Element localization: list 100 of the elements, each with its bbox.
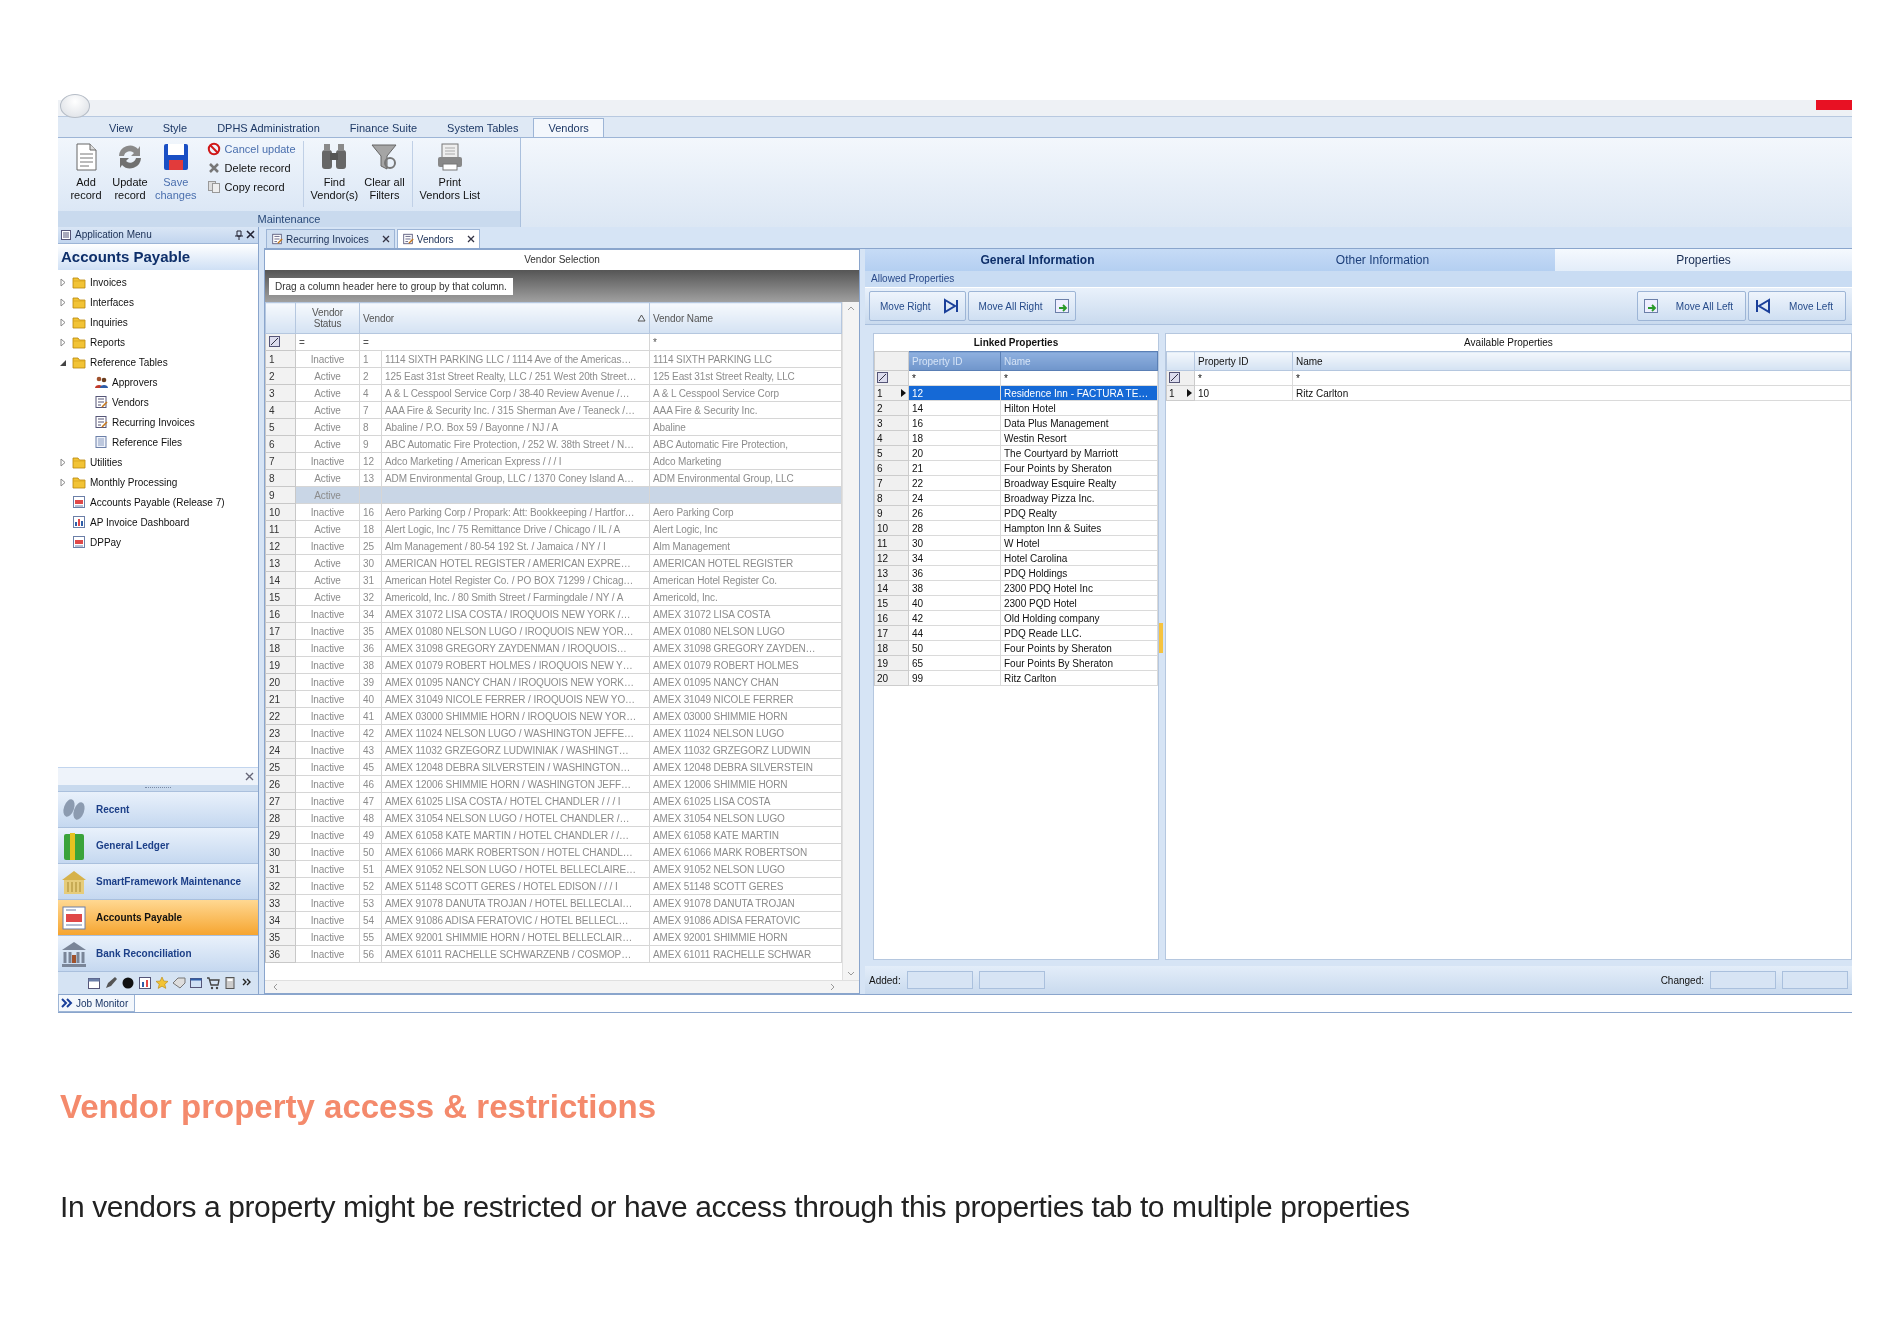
nav-item[interactable]: Bank Reconciliation: [58, 935, 258, 971]
scroll-up-icon[interactable]: [847, 306, 855, 311]
window-icon[interactable]: [189, 976, 203, 990]
move-button[interactable]: Move All Left: [1636, 291, 1747, 321]
close-icon[interactable]: [466, 235, 475, 243]
table-row[interactable]: 7 22 Broadway Esquire Realty: [874, 475, 1158, 491]
filter-cell[interactable]: =: [359, 333, 650, 351]
collapsed-arrow-icon[interactable]: [59, 317, 67, 327]
nav-item[interactable]: Accounts Payable: [58, 899, 258, 935]
scroll-right-icon[interactable]: [830, 983, 835, 991]
table-row[interactable]: 6 21 Four Points by Sheraton: [874, 460, 1158, 476]
table-row[interactable]: 32 Inactive 52 AMEX 51148 SCOTT GERES / HOTEL EDISON / / / I AMEX 51148 SCOTT GERES: [265, 877, 842, 895]
table-row[interactable]: 23 Inactive 42 AMEX 11024 NELSON LUGO / WASHINGTON JEFFE… AMEX 11024 NELSON LUGO: [265, 724, 842, 742]
ribbon-tab[interactable]: View: [94, 118, 148, 137]
table-row[interactable]: 9 26 PDQ Realty: [874, 505, 1158, 521]
tree-item[interactable]: Accounts Payable (Release 7): [58, 492, 258, 512]
table-row[interactable]: 8 24 Broadway Pizza Inc.: [874, 490, 1158, 506]
scroll-left-icon[interactable]: [273, 983, 278, 991]
ribbon-button[interactable]: Delete record: [204, 160, 298, 176]
table-row[interactable]: 5 20 The Courtyard by Marriott: [874, 445, 1158, 461]
table-row[interactable]: 18 50 Four Points by Sheraton: [874, 640, 1158, 656]
table-row[interactable]: 35 Inactive 55 AMEX 92001 SHIMMIE HORN / HOTEL BELLECLAIR… AMEX 92001 SHIMMIE HORN: [265, 928, 842, 946]
table-row[interactable]: 11 30 W Hotel: [874, 535, 1158, 551]
table-row[interactable]: 10 28 Hampton Inn & Suites: [874, 520, 1158, 536]
filter-cell[interactable]: *: [1292, 370, 1851, 386]
column-header[interactable]: Vendor Name: [649, 302, 842, 334]
tree-item[interactable]: DPPay: [58, 532, 258, 552]
table-row[interactable]: 4 18 Westin Resort: [874, 430, 1158, 446]
collapsed-arrow-icon[interactable]: [59, 337, 67, 347]
splitter-handle[interactable]: [1159, 623, 1163, 653]
ribbon-tab[interactable]: System Tables: [432, 118, 534, 137]
table-row[interactable]: 16 42 Old Holding company: [874, 610, 1158, 626]
splitter-handle[interactable]: [145, 786, 171, 790]
table-row[interactable]: 25 Inactive 45 AMEX 12048 DEBRA SILVERSTEIN / WASHINGTON… AMEX 12048 DEBRA SILVERSTEIN: [265, 758, 842, 776]
table-row[interactable]: 19 Inactive 38 AMEX 01079 ROBERT HOLMES / IROQUOIS NEW Y… AMEX 01079 ROBERT HOLMES: [265, 656, 842, 674]
table-row[interactable]: 26 Inactive 46 AMEX 12006 SHIMMIE HORN / WASHINGTON JEFF… AMEX 12006 SHIMMIE HORN: [265, 775, 842, 793]
job-monitor-tab[interactable]: Job Monitor: [58, 995, 136, 1012]
ribbon-tab[interactable]: Style: [147, 118, 203, 137]
table-row[interactable]: 2 Active 2 125 East 31st Street Realty, LLC / 251 West 20th Street… 125 East 31st Street Realty, LLC: [265, 367, 842, 385]
table-row[interactable]: 36 Inactive 56 AMEX 61011 RACHELLE SCHWARZENB / COSMOP… AMEX 61011 RACHELLE SCHWAR: [265, 945, 842, 963]
filter-cell[interactable]: *: [649, 333, 842, 351]
table-row[interactable]: 24 Inactive 43 AMEX 11032 GRZEGORZ LUDWINIAK / WASHINGT… AMEX 11032 GRZEGORZ LUDWIN: [265, 741, 842, 759]
tab[interactable]: Properties: [1555, 249, 1852, 271]
table-row[interactable]: 20 99 Ritz Carlton: [874, 670, 1158, 686]
close-icon[interactable]: [381, 235, 390, 243]
crossed-box-icon[interactable]: [269, 335, 280, 347]
table-row[interactable]: 4 Active 7 AAA Fire & Security Inc. / 315 Sherman Ave / Teaneck /… AAA Fire & Security Inc.: [265, 401, 842, 419]
table-row[interactable]: 10 Inactive 16 Aero Parking Corp / Propark: Att: Bookkeeping / Hartfor… Aero Parking Corp: [265, 503, 842, 521]
ribbon-tab[interactable]: Vendors: [533, 118, 604, 137]
table-row[interactable]: 15 40 2300 PQD Hotel: [874, 595, 1158, 611]
document-tab[interactable]: Vendors: [396, 229, 480, 248]
calendar-icon[interactable]: [87, 976, 101, 990]
table-row[interactable]: 13 36 PDQ Holdings: [874, 565, 1158, 581]
table-row[interactable]: 1 10 Ritz Carlton: [1166, 385, 1851, 401]
table-row[interactable]: 3 16 Data Plus Management: [874, 415, 1158, 431]
move-button[interactable]: Move Right: [869, 291, 966, 321]
column-header[interactable]: Name: [1292, 351, 1851, 371]
table-row[interactable]: 15 Active 32 Americold, Inc. / 80 Smith Street / Farmingdale / NY / A Americold, Inc.: [265, 588, 842, 606]
tree-item[interactable]: Interfaces: [58, 292, 258, 312]
vertical-scrollbar[interactable]: [842, 302, 859, 980]
table-row[interactable]: 14 Active 31 American Hotel Register Co. / PO BOX 71299 / Chicag… American Hotel Register Co.: [265, 571, 842, 589]
tree-item[interactable]: AP Invoice Dashboard: [58, 512, 258, 532]
filter-cell[interactable]: *: [1000, 370, 1158, 386]
table-row[interactable]: 5 Active 8 Abaline / P.O. Box 59 / Bayonne / NJ / A Abaline: [265, 418, 842, 436]
scroll-down-icon[interactable]: [847, 971, 855, 976]
tree-item[interactable]: Reference Files: [80, 432, 258, 452]
table-row[interactable]: 16 Inactive 34 AMEX 31072 LISA COSTA / IROQUOIS NEW YORK /… AMEX 31072 LISA COSTA: [265, 605, 842, 623]
filter-cell[interactable]: *: [908, 370, 1001, 386]
ribbon-button[interactable]: Clear all Filters: [362, 141, 407, 207]
tree-item[interactable]: Monthly Processing: [58, 472, 258, 492]
crossed-box-icon[interactable]: [877, 371, 888, 383]
chart-icon[interactable]: [138, 976, 152, 990]
nav-item[interactable]: Recent: [58, 791, 258, 827]
document-tab[interactable]: Recurring Invoices: [266, 229, 395, 248]
table-row[interactable]: 7 Inactive 12 Adco Marketing / American Express / / / I Adco Marketing: [265, 452, 842, 470]
circle-icon[interactable]: [121, 976, 135, 990]
ribbon-button[interactable]: Find Vendor(s): [308, 141, 361, 207]
table-row[interactable]: 17 Inactive 35 AMEX 01080 NELSON LUGO / IROQUOIS NEW YOR… AMEX 01080 NELSON LUGO: [265, 622, 842, 640]
table-row[interactable]: 8 Active 13 ADM Environmental Group, LLC / 1370 Coney Island A… ADM Environmental Group, LLC: [265, 469, 842, 487]
tree-item[interactable]: Reference Tables: [58, 352, 258, 372]
input-field[interactable]: [978, 971, 1045, 989]
table-row[interactable]: 12 Inactive 25 Alm Management / 80-54 192 St. / Jamaica / NY / I Alm Management: [265, 537, 842, 555]
table-row[interactable]: 20 Inactive 39 AMEX 01095 NANCY CHAN / IROQUOIS NEW YORK… AMEX 01095 NANCY CHAN: [265, 673, 842, 691]
input-field[interactable]: [1782, 971, 1848, 989]
tree-item[interactable]: Reports: [58, 332, 258, 352]
calculator-icon[interactable]: [223, 976, 237, 990]
collapsed-arrow-icon[interactable]: [59, 477, 67, 487]
table-row[interactable]: 30 Inactive 50 AMEX 61066 MARK ROBERTSON / HOTEL CHANDL… AMEX 61066 MARK ROBERTSON: [265, 843, 842, 861]
ribbon-tab[interactable]: Finance Suite: [334, 118, 433, 137]
ribbon-button[interactable]: Update record: [109, 141, 151, 207]
table-row[interactable]: 1 12 Residence Inn - FACTURA TE…: [874, 385, 1158, 401]
move-button[interactable]: Move Left: [1748, 291, 1846, 321]
tree-item[interactable]: Inquiries: [58, 312, 258, 332]
app-menu-button[interactable]: [60, 94, 90, 118]
table-row[interactable]: 12 34 Hotel Carolina: [874, 550, 1158, 566]
tree-item[interactable]: Recurring Invoices: [80, 412, 258, 432]
table-row[interactable]: 19 65 Four Points By Sheraton: [874, 655, 1158, 671]
nav-item[interactable]: SmartFramework Maintenance: [58, 863, 258, 899]
table-row[interactable]: 33 Inactive 53 AMEX 91078 DANUTA TROJAN / HOTEL BELLECLAI… AMEX 91078 DANUTA TROJAN: [265, 894, 842, 912]
input-field[interactable]: [906, 971, 973, 989]
